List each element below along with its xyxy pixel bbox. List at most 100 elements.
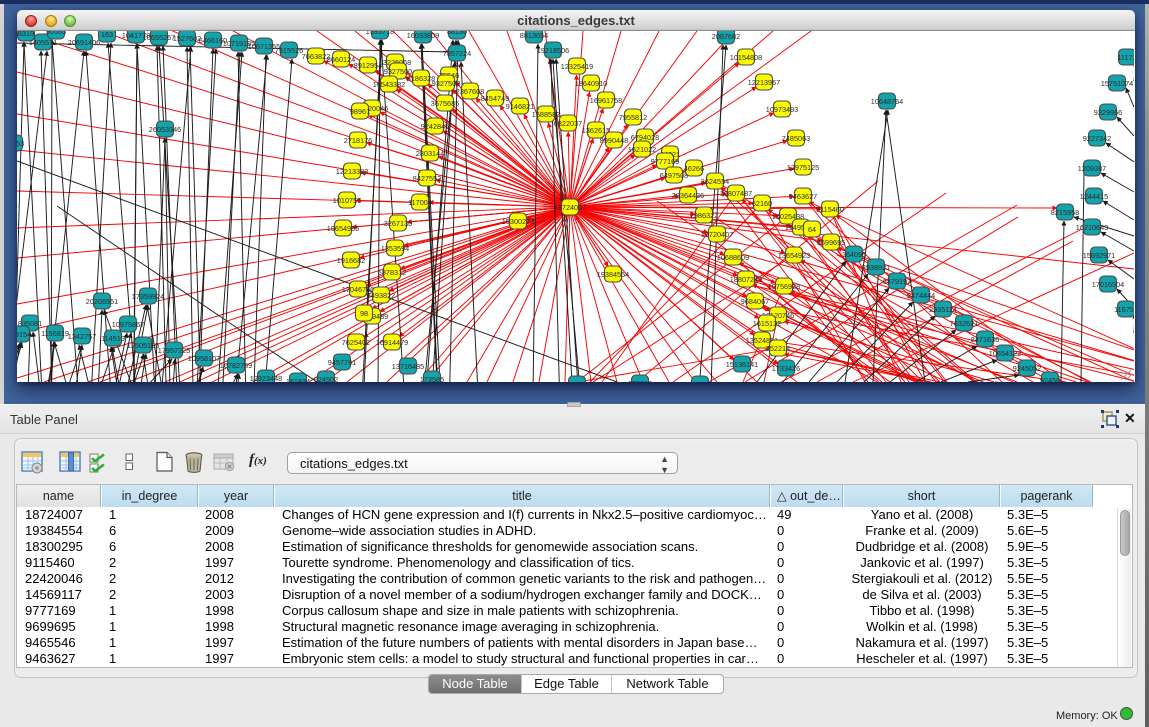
svg-text:1733426: 1733426: [772, 364, 800, 373]
svg-text:10648764: 10648764: [871, 97, 903, 106]
svg-text:2935114: 2935114: [929, 305, 957, 314]
svg-text:9146821: 9146821: [506, 102, 534, 111]
svg-text:1010755: 1010755: [333, 196, 361, 205]
svg-text:62160: 62160: [752, 199, 772, 208]
svg-text:117004: 117004: [408, 198, 432, 207]
svg-text:3675685: 3675685: [431, 99, 459, 108]
svg-text:9227342: 9227342: [1083, 134, 1111, 143]
svg-text:15751074: 15751074: [1101, 79, 1133, 88]
svg-text:10958107: 10958107: [188, 354, 220, 363]
svg-text:16543382: 16543382: [373, 80, 405, 89]
svg-text:39154: 39154: [17, 330, 31, 339]
svg-text:10975867: 10975867: [112, 320, 144, 329]
svg-text:16782759: 16782759: [220, 361, 252, 370]
svg-text:12213383: 12213383: [336, 167, 368, 176]
svg-text:15136141: 15136141: [726, 360, 758, 369]
svg-text:9684067: 9684067: [741, 297, 769, 306]
svg-text:1244415: 1244415: [1080, 192, 1108, 201]
svg-text:11172: 11172: [1117, 53, 1134, 62]
svg-text:16914479: 16914479: [376, 338, 408, 347]
svg-text:20691406: 20691406: [68, 38, 100, 47]
svg-text:9245052: 9245052: [1013, 364, 1041, 373]
svg-text:10154808: 10154808: [730, 53, 762, 62]
svg-text:16210643: 16210643: [1076, 223, 1108, 232]
svg-text:9115460: 9115460: [816, 205, 844, 214]
svg-text:17335: 17335: [690, 380, 710, 382]
svg-text:1156819: 1156819: [41, 329, 69, 338]
svg-text:3493822: 3493822: [367, 291, 395, 300]
svg-text:17957225: 17957225: [158, 346, 190, 355]
svg-text:9242845: 9242845: [421, 122, 449, 131]
svg-text:19756928: 19756928: [768, 282, 800, 291]
svg-text:9474444: 9474444: [907, 291, 935, 300]
svg-text:15300273: 15300273: [502, 217, 534, 226]
svg-text:8427552: 8427552: [413, 174, 441, 183]
svg-text:1593718: 1593718: [366, 31, 394, 36]
svg-text:2803144: 2803144: [416, 149, 444, 158]
svg-text:3624554: 3624554: [701, 177, 729, 186]
svg-text:88130: 88130: [447, 31, 467, 36]
svg-text:8938921: 8938921: [862, 263, 890, 272]
svg-text:924502: 924502: [314, 375, 338, 382]
svg-text:64: 64: [808, 225, 816, 234]
svg-text:7515526: 7515526: [275, 46, 303, 55]
svg-text:18640910: 18640910: [575, 79, 607, 88]
svg-text:1209387: 1209387: [1078, 164, 1106, 173]
svg-text:114519: 114519: [101, 334, 125, 343]
svg-text:161834: 161834: [286, 377, 310, 382]
svg-text:10688609: 10688609: [717, 253, 749, 262]
svg-text:3267130: 3267130: [384, 219, 412, 228]
svg-text:6822037: 6822037: [554, 119, 582, 128]
svg-text:9699695: 9699695: [817, 238, 845, 247]
svg-text:9777169: 9777169: [651, 157, 679, 166]
svg-text:19384554: 19384554: [597, 270, 629, 279]
svg-text:12325419: 12325419: [561, 62, 593, 71]
svg-text:10973493: 10973493: [766, 105, 798, 114]
svg-text:1621022: 1621022: [628, 145, 656, 154]
svg-text:15720407: 15720407: [701, 230, 733, 239]
svg-text:12975125: 12975125: [787, 163, 819, 172]
svg-text:20206551: 20206551: [86, 297, 118, 306]
svg-text:10412: 10412: [567, 380, 587, 382]
svg-text:9329966: 9329966: [1094, 108, 1122, 117]
svg-text:20553: 20553: [17, 139, 24, 148]
svg-text:8471636: 8471636: [971, 335, 999, 344]
svg-text:8660124: 8660124: [327, 55, 355, 64]
svg-text:7625402: 7625402: [342, 338, 370, 347]
svg-text:7632621: 7632621: [950, 319, 978, 328]
svg-text:252214: 252214: [766, 344, 790, 353]
svg-text:15692971: 15692971: [1083, 251, 1115, 260]
svg-text:1362615: 1362615: [582, 126, 610, 135]
svg-text:26053346: 26053346: [149, 125, 181, 134]
svg-text:16033809: 16033809: [407, 31, 439, 40]
svg-text:173585: 173585: [420, 375, 444, 382]
svg-text:8215958: 8215958: [1051, 208, 1079, 217]
svg-text:6479197: 6479197: [883, 277, 911, 286]
svg-text:8813054: 8813054: [520, 31, 548, 40]
svg-text:7485063: 7485063: [782, 134, 810, 143]
svg-text:20364436: 20364436: [672, 191, 704, 200]
svg-text:98961: 98961: [350, 107, 370, 116]
svg-text:8990448: 8990448: [600, 136, 628, 145]
svg-text:2718176: 2718176: [344, 136, 372, 145]
svg-text:13654923: 13654923: [778, 251, 810, 260]
svg-text:12505185: 12505185: [127, 341, 159, 350]
svg-text:46266: 46266: [684, 164, 704, 173]
svg-text:7986322: 7986322: [690, 211, 718, 220]
svg-text:98: 98: [360, 309, 368, 318]
svg-text:164095: 164095: [842, 250, 866, 259]
svg-text:7357224: 7357224: [443, 49, 471, 58]
svg-text:19218506: 19218506: [537, 46, 569, 55]
svg-text:92450: 92450: [1040, 376, 1060, 382]
svg-text:1527602: 1527602: [173, 34, 201, 43]
svg-text:7955812: 7955812: [619, 113, 647, 122]
svg-text:17016504: 17016504: [1092, 280, 1124, 289]
svg-text:682216: 682216: [628, 379, 652, 382]
svg-text:18807249: 18807249: [730, 275, 762, 284]
svg-text:18724007: 18724007: [554, 203, 586, 212]
svg-text:1916682: 1916682: [337, 256, 365, 265]
svg-text:1588582: 1588582: [532, 110, 560, 119]
svg-text:19654985: 19654985: [327, 224, 359, 233]
svg-text:116753: 116753: [1114, 305, 1134, 314]
svg-text:12923448: 12923448: [250, 374, 282, 382]
